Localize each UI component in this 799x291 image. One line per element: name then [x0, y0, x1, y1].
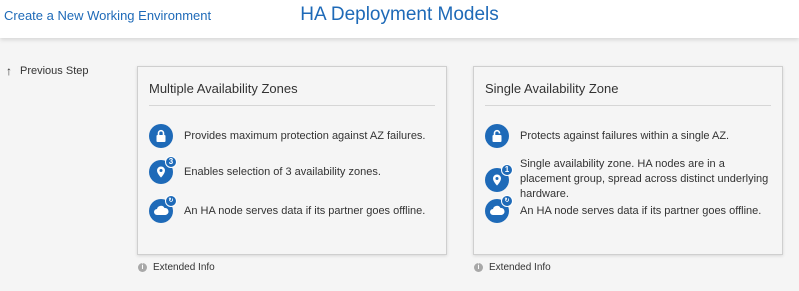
extended-info-label: Extended Info: [153, 262, 215, 273]
arrow-up-icon: ↑: [6, 64, 12, 78]
sync-badge-icon: ↻: [501, 195, 513, 207]
extended-info-label: Extended Info: [489, 262, 551, 273]
page-title: HA Deployment Models: [300, 4, 499, 25]
card-divider: [485, 105, 771, 106]
feature-text: An HA node serves data if its partner go…: [520, 204, 762, 217]
previous-step-button[interactable]: ↑ Previous Step: [6, 65, 88, 77]
card-title: Single Availability Zone: [485, 81, 619, 96]
zone-count-badge: 1: [501, 163, 513, 176]
feature-item: ↻ An HA node serves data if its partner …: [149, 195, 436, 223]
feature-item: ↻ An HA node serves data if its partner …: [485, 195, 772, 223]
feature-item: 3 Enables selection of 3 availability zo…: [149, 156, 436, 184]
sync-badge-icon: ↻: [165, 195, 177, 207]
single-az-card[interactable]: Single Availability Zone Protects agains…: [473, 66, 783, 255]
extended-info-link[interactable]: i Extended Info: [474, 262, 551, 273]
location-pin-icon: 1: [485, 163, 513, 192]
lock-icon: [149, 124, 173, 148]
unlock-icon: [485, 124, 509, 148]
card-title: Multiple Availability Zones: [149, 81, 298, 96]
info-icon: i: [138, 263, 147, 272]
feature-text: Enables selection of 3 availability zone…: [184, 165, 381, 178]
info-icon: i: [474, 263, 483, 272]
feature-text: Provides maximum protection against AZ f…: [184, 129, 426, 142]
feature-item: Provides maximum protection against AZ f…: [149, 124, 436, 148]
previous-step-label: Previous Step: [20, 65, 89, 77]
zone-count-badge: 3: [165, 156, 177, 168]
extended-info-link[interactable]: i Extended Info: [138, 262, 215, 273]
feature-text: An HA node serves data if its partner go…: [184, 204, 426, 217]
cloud-sync-icon: ↻: [149, 195, 177, 223]
feature-item: Protects against failures within a singl…: [485, 124, 772, 148]
feature-text: Single availability zone. HA nodes are i…: [520, 158, 769, 200]
top-header: Create a New Working Environment HA Depl…: [0, 0, 799, 38]
multiple-az-card[interactable]: Multiple Availability Zones Provides max…: [137, 66, 447, 255]
cloud-sync-icon: ↻: [485, 195, 513, 223]
card-divider: [149, 105, 435, 106]
feature-text: Protects against failures within a singl…: [520, 129, 730, 142]
location-pin-icon: 3: [149, 156, 177, 184]
feature-item: 1 Single availability zone. HA nodes are…: [485, 157, 772, 202]
